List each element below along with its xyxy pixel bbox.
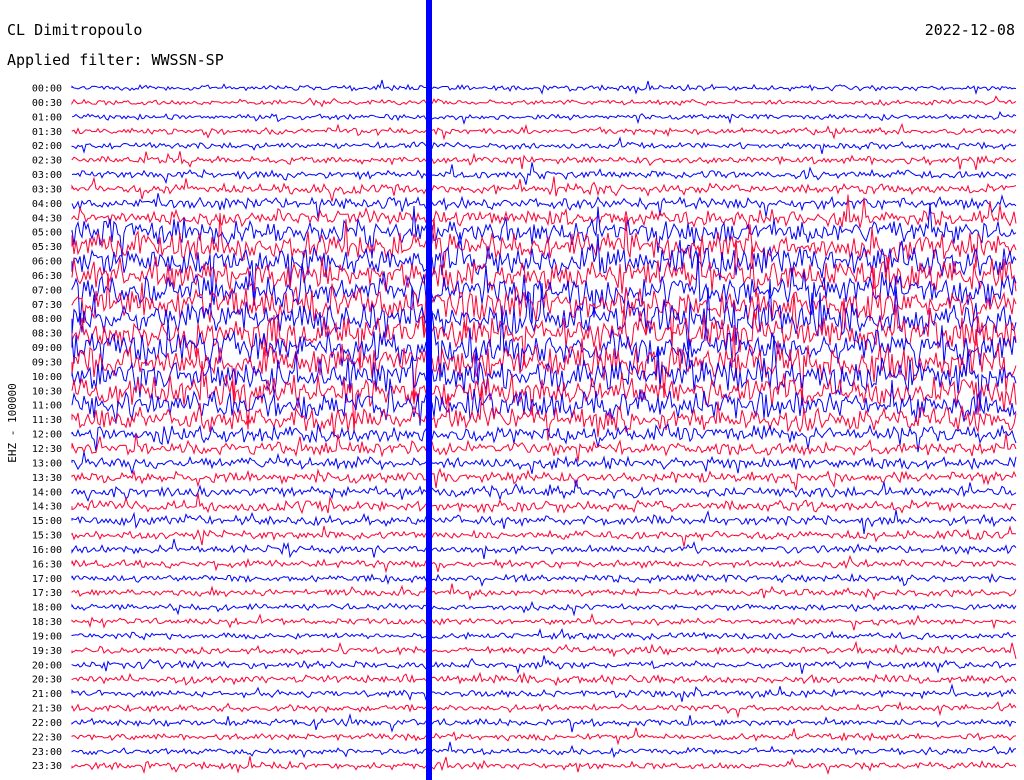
trace-lines — [71, 79, 1017, 775]
trace-line — [71, 467, 1017, 491]
event-band — [426, 0, 432, 780]
time-tick-label: 07:30 — [32, 300, 62, 311]
trace-line — [71, 122, 1017, 141]
trace-line — [71, 572, 1017, 587]
time-tick-label: 22:00 — [32, 718, 62, 729]
time-tick-label: 10:00 — [32, 372, 62, 383]
helicorder-plot: 00:00 00:30 01:00 01:30 02:00 02:30 03:00 03:30… — [6, 0, 1017, 780]
time-tick-label: 02:30 — [32, 156, 62, 167]
time-tick-label: 03:30 — [32, 184, 62, 195]
trace-line — [71, 627, 1017, 641]
time-ticks: 00:00 00:30 01:00 01:30 02:00 02:30 03:00 03:30… — [32, 84, 62, 773]
time-tick-label: 04:00 — [32, 199, 62, 210]
time-tick-label: 15:00 — [32, 516, 62, 527]
time-tick-label: 04:30 — [32, 213, 62, 224]
time-tick-label: 22:30 — [32, 732, 62, 743]
time-tick-label: 21:00 — [32, 689, 62, 700]
time-tick-label: 05:00 — [32, 228, 62, 239]
time-tick-label: 18:30 — [32, 617, 62, 628]
time-tick-label: 23:30 — [32, 761, 62, 772]
time-tick-label: 01:00 — [32, 112, 62, 123]
trace-line — [71, 741, 1017, 759]
trace-line — [71, 151, 1017, 171]
time-tick-label: 14:30 — [32, 502, 62, 513]
trace-line — [71, 162, 1017, 185]
time-tick-label: 18:00 — [32, 603, 62, 614]
trace-line — [71, 683, 1017, 702]
trace-line — [71, 95, 1017, 108]
time-tick-label: 21:30 — [32, 704, 62, 715]
time-tick-label: 12:30 — [32, 444, 62, 455]
time-tick-label: 11:00 — [32, 401, 62, 412]
trace-line — [71, 378, 1017, 426]
time-tick-label: 10:30 — [32, 386, 62, 397]
trace-line — [71, 509, 1017, 535]
trace-line — [71, 136, 1017, 155]
time-tick-label: 06:00 — [32, 257, 62, 268]
trace-line — [71, 554, 1017, 574]
time-tick-label: 12:00 — [32, 430, 62, 441]
trace-line — [71, 538, 1017, 559]
time-tick-label: 20:30 — [32, 675, 62, 686]
time-tick-label: 19:00 — [32, 631, 62, 642]
trace-line — [71, 492, 1017, 515]
time-tick-label: 11:30 — [32, 415, 62, 426]
trace-line — [71, 525, 1017, 547]
trace-line — [71, 79, 1017, 95]
trace-line — [71, 433, 1017, 462]
trace-line — [71, 193, 1017, 219]
trace-line — [71, 176, 1017, 202]
time-tick-label: 16:00 — [32, 545, 62, 556]
time-tick-label: 13:30 — [32, 473, 62, 484]
time-tick-label: 03:00 — [32, 170, 62, 181]
time-tick-label: 15:30 — [32, 531, 62, 542]
time-tick-label: 02:00 — [32, 141, 62, 152]
time-tick-label: 16:30 — [32, 559, 62, 570]
trace-line — [71, 194, 1017, 230]
time-tick-label: 06:30 — [32, 271, 62, 282]
time-tick-label: 08:30 — [32, 329, 62, 340]
trace-line — [71, 756, 1017, 775]
trace-line — [71, 600, 1017, 617]
trace-line — [71, 671, 1017, 687]
time-tick-label: 09:30 — [32, 357, 62, 368]
trace-line — [71, 110, 1017, 126]
time-tick-label: 20:00 — [32, 660, 62, 671]
time-tick-label: 08:00 — [32, 314, 62, 325]
time-tick-label: 13:00 — [32, 458, 62, 469]
trace-line — [71, 712, 1017, 733]
time-tick-label: 00:00 — [32, 84, 62, 95]
time-tick-label: 14:00 — [32, 487, 62, 498]
y-axis-label: EHZ - 100000 — [6, 383, 19, 462]
trace-line — [71, 612, 1017, 631]
time-tick-label: 05:30 — [32, 242, 62, 253]
trace-line — [71, 701, 1017, 719]
trace-line — [71, 655, 1017, 675]
trace-line — [71, 451, 1017, 474]
time-tick-label: 09:00 — [32, 343, 62, 354]
time-tick-label: 19:30 — [32, 646, 62, 657]
trace-line — [71, 583, 1017, 601]
time-tick-label: 00:30 — [32, 98, 62, 109]
time-tick-label: 23:00 — [32, 747, 62, 758]
time-tick-label: 07:00 — [32, 285, 62, 296]
time-tick-label: 17:00 — [32, 574, 62, 585]
time-tick-label: 17:30 — [32, 588, 62, 599]
time-tick-label: 01:30 — [32, 127, 62, 138]
trace-line — [71, 727, 1017, 746]
